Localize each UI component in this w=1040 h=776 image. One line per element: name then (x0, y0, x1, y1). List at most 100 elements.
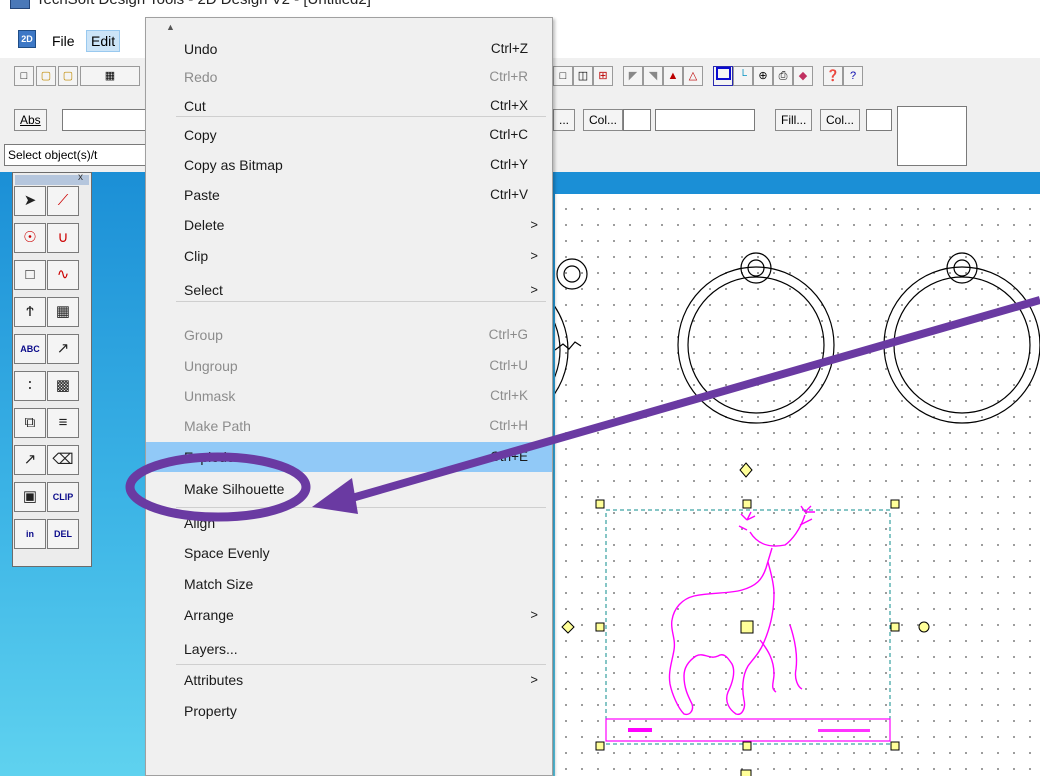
menu-item-clip[interactable]: Clip > (146, 241, 552, 271)
menu-item-explode[interactable]: Explode Ctrl+E (146, 442, 552, 472)
node-edit-icon[interactable]: ▣ (14, 482, 46, 512)
curve-icon[interactable]: ∿ (47, 260, 79, 290)
menu-item-shortcut: Ctrl+K (490, 388, 528, 403)
copy-icon[interactable]: ⧉ (14, 408, 46, 438)
drawing-canvas[interactable] (555, 194, 1040, 776)
fill-pattern-icon[interactable]: ▩ (47, 371, 79, 401)
menu-item-shortcut: Ctrl+Y (490, 157, 528, 172)
palette-close-icon[interactable]: x (78, 172, 83, 183)
menu-item-label: Ungroup (184, 358, 238, 374)
toolbar-btn-a-icon[interactable]: □ (553, 66, 573, 86)
line-icon[interactable]: ⟋ (47, 186, 79, 216)
arc-icon[interactable]: ∪ (47, 223, 79, 253)
menu-item-align[interactable]: Align (146, 508, 552, 538)
rotate-center-handle (918, 621, 930, 633)
menu-item-label: Clip (184, 248, 209, 264)
circle-radius-icon[interactable]: ☉ (14, 223, 46, 253)
menu-item-match-size[interactable]: Match Size (146, 569, 552, 599)
ornament-left (555, 258, 588, 395)
eraser-icon[interactable]: ⌫ (47, 445, 79, 475)
menu-item-space-evenly[interactable]: Space Evenly (146, 538, 552, 568)
abs-button-label: Abs (20, 113, 41, 127)
menu-item-label: Layers... (184, 641, 238, 657)
line-style-button[interactable]: ... (553, 109, 576, 131)
text-abc-icon[interactable]: ABC (14, 334, 46, 364)
menu-item-label: Property (184, 703, 237, 719)
menu-item-shortcut: Ctrl+E (490, 449, 528, 464)
new-file-icon[interactable]: □ (14, 66, 34, 86)
zoom-in-icon[interactable]: ⊕ (753, 66, 773, 86)
menu-item-paste[interactable]: Paste Ctrl+V (146, 180, 552, 210)
handle-tc (742, 499, 752, 509)
menu-edit[interactable]: Edit (86, 30, 121, 52)
menu-item-layers[interactable]: Layers... (146, 634, 552, 664)
print-icon[interactable]: ⎙ (773, 66, 793, 86)
menu-item-delete[interactable]: Delete > (146, 210, 552, 240)
menu-item-make-path: Make Path Ctrl+H (146, 411, 552, 441)
menu-item-shortcut: Ctrl+V (490, 187, 528, 202)
menu-item-shortcut: Ctrl+H (489, 418, 528, 433)
dimension-icon[interactable]: ↗ (47, 334, 79, 364)
toolbar-btn-g-icon[interactable]: △ (683, 66, 703, 86)
menu-item-cut[interactable]: Cut Ctrl+X (146, 91, 552, 121)
fill-colour-swatch (866, 109, 892, 131)
delete-label: DEL (54, 529, 72, 539)
line-colour-button[interactable]: Col... (583, 109, 624, 131)
context-help-icon[interactable]: ❓ (823, 66, 843, 86)
save-icon[interactable]: ▦ (80, 66, 140, 86)
toolbar-btn-f-icon[interactable]: ▲ (663, 66, 683, 86)
abs-button[interactable]: Abs (14, 109, 47, 131)
toolbar-btn-c-icon[interactable]: ⊞ (593, 66, 613, 86)
zoom-fit-icon[interactable]: └ (733, 66, 753, 86)
fill-colour-button[interactable]: Col... (820, 109, 861, 131)
menu-item-label: Cut (184, 98, 206, 114)
insert-icon[interactable]: in (14, 519, 46, 549)
menu-item-property[interactable]: Property (146, 696, 552, 726)
coordinate-input[interactable] (62, 109, 146, 131)
menu-item-shortcut: Ctrl+Z (490, 41, 528, 56)
open-plus-icon[interactable]: ▢ (58, 66, 78, 86)
insert-label: in (26, 529, 34, 539)
scroll-up-icon[interactable]: ▲ (166, 22, 175, 32)
menu-item-label: Group (184, 327, 223, 343)
submenu-arrow-icon: > (530, 248, 538, 263)
points-icon[interactable]: ∶ (14, 371, 46, 401)
menu-item-arrange[interactable]: Arrange > (146, 600, 552, 630)
menu-item-label: Unmask (184, 388, 236, 404)
clip-label: CLIP (52, 492, 74, 502)
toolbar-btn-b-icon[interactable]: ◫ (573, 66, 593, 86)
toolbar-btn-d-icon[interactable]: ◤ (623, 66, 643, 86)
render-icon[interactable]: ◆ (793, 66, 813, 86)
offset-icon[interactable]: Ϯ (14, 297, 46, 327)
menu-item-undo[interactable]: Undo Ctrl+Z (146, 34, 552, 64)
toolbar-btn-e-icon[interactable]: ◥ (643, 66, 663, 86)
fill-button[interactable]: Fill... (775, 109, 813, 131)
fill-preview (897, 106, 967, 166)
select-arrow-icon[interactable]: ➤ (14, 186, 46, 216)
menu-item-select[interactable]: Select > (146, 275, 552, 305)
menu-item-copy[interactable]: Copy Ctrl+C (146, 120, 552, 150)
align-icon[interactable]: ≡ (47, 408, 79, 438)
menu-item-label: Space Evenly (184, 545, 270, 561)
ornament-middle (677, 252, 835, 424)
delete-icon[interactable]: DEL (47, 519, 79, 549)
hatch-icon[interactable]: ▦ (47, 297, 79, 327)
clip-icon[interactable]: CLIP (47, 482, 79, 512)
menu-item-attributes[interactable]: Attributes > (146, 665, 552, 695)
open-file-icon[interactable]: ▢ (36, 66, 56, 86)
menu-item-redo: Redo Ctrl+R (146, 62, 552, 92)
menu-item-label: Explode (184, 449, 235, 465)
handle-br (890, 741, 900, 751)
menu-item-shortcut: Ctrl+R (489, 69, 528, 84)
text-band-mark-left (628, 728, 652, 732)
handle-tr (890, 499, 900, 509)
help-icon[interactable]: ? (843, 66, 863, 86)
menu-item-make-silhouette[interactable]: Make Silhouette (146, 474, 552, 504)
menu-item-copy-as-bitmap[interactable]: Copy as Bitmap Ctrl+Y (146, 150, 552, 180)
move-icon[interactable]: ↗ (14, 445, 46, 475)
menu-file[interactable]: File (48, 30, 79, 52)
rectangle-icon[interactable]: □ (14, 260, 46, 290)
zoom-box-icon[interactable] (713, 66, 733, 86)
app-menu-icon[interactable]: 2D (18, 30, 36, 48)
line-width-input[interactable] (655, 109, 755, 131)
